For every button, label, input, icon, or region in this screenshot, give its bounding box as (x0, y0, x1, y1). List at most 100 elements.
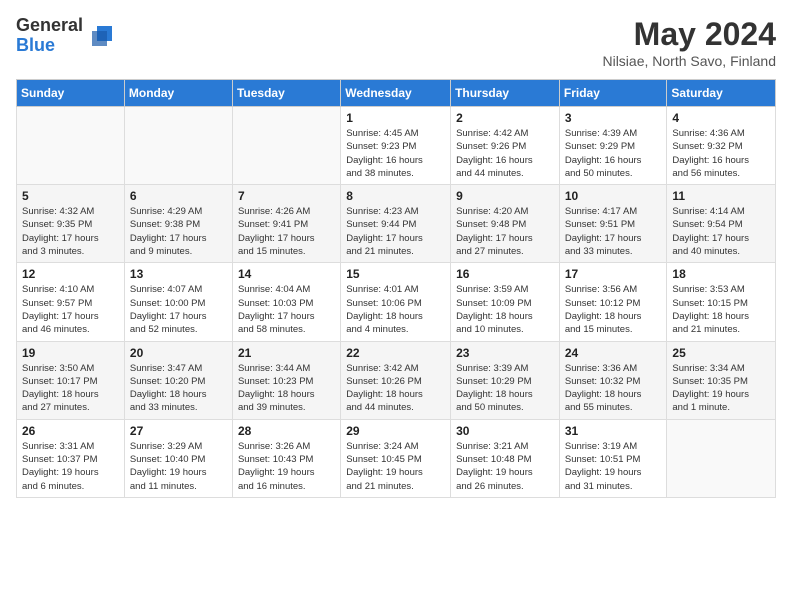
day-info: Sunrise: 3:56 AM Sunset: 10:12 PM Daylig… (565, 283, 662, 336)
day-number: 22 (346, 346, 445, 360)
calendar-cell: 31Sunrise: 3:19 AM Sunset: 10:51 PM Dayl… (559, 419, 667, 497)
calendar-cell: 20 Sunrise: 3:47 AM Sunset: 10:20 PM Dayl… (124, 341, 232, 419)
day-info: Sunrise: 3:47 AM Sunset: 10:20 PM Daylig… (130, 362, 227, 415)
calendar-cell: 4Sunrise: 4:36 AM Sunset: 9:32 PM Daylig… (667, 107, 776, 185)
day-info: Sunrise: 3:26 AM Sunset: 10:43 PM Daylig… (238, 440, 335, 493)
day-info: Sunrise: 4:01 AM Sunset: 10:06 PM Daylig… (346, 283, 445, 336)
calendar-cell: 23 Sunrise: 3:39 AM Sunset: 10:29 PM Dayl… (451, 341, 560, 419)
weekday-header-sunday: Sunday (17, 80, 125, 107)
calendar-cell: 8Sunrise: 4:23 AM Sunset: 9:44 PM Daylig… (341, 185, 451, 263)
day-info: Sunrise: 3:44 AM Sunset: 10:23 PM Daylig… (238, 362, 335, 415)
day-info: Sunrise: 3:36 AM Sunset: 10:32 PM Daylig… (565, 362, 662, 415)
calendar-cell: 30 Sunrise: 3:21 AM Sunset: 10:48 PM Dayl… (451, 419, 560, 497)
day-number: 2 (456, 111, 554, 125)
calendar-cell: 27Sunrise: 3:29 AM Sunset: 10:40 PM Dayl… (124, 419, 232, 497)
calendar-cell: 19Sunrise: 3:50 AM Sunset: 10:17 PM Dayl… (17, 341, 125, 419)
day-number: 23 (456, 346, 554, 360)
day-number: 3 (565, 111, 662, 125)
calendar-cell: 9 Sunrise: 4:20 AM Sunset: 9:48 PM Daylig… (451, 185, 560, 263)
day-info: Sunrise: 3:53 AM Sunset: 10:15 PM Daylig… (672, 283, 770, 336)
day-number: 14 (238, 267, 335, 281)
day-info: Sunrise: 3:21 AM Sunset: 10:48 PM Daylig… (456, 440, 554, 493)
calendar-cell: 2 Sunrise: 4:42 AM Sunset: 9:26 PM Daylig… (451, 107, 560, 185)
calendar-cell: 10 Sunrise: 4:17 AM Sunset: 9:51 PM Dayli… (559, 185, 667, 263)
weekday-header-wednesday: Wednesday (341, 80, 451, 107)
weekday-header-friday: Friday (559, 80, 667, 107)
calendar-cell: 11 Sunrise: 4:14 AM Sunset: 9:54 PM Dayli… (667, 185, 776, 263)
calendar-header: SundayMondayTuesdayWednesdayThursdayFrid… (17, 80, 776, 107)
day-number: 8 (346, 189, 445, 203)
calendar-cell: 22 Sunrise: 3:42 AM Sunset: 10:26 PM Dayl… (341, 341, 451, 419)
weekday-header-row: SundayMondayTuesdayWednesdayThursdayFrid… (17, 80, 776, 107)
calendar-cell: 21 Sunrise: 3:44 AM Sunset: 10:23 PM Dayl… (232, 341, 340, 419)
weekday-header-tuesday: Tuesday (232, 80, 340, 107)
calendar-cell: 7Sunrise: 4:26 AM Sunset: 9:41 PM Daylig… (232, 185, 340, 263)
day-number: 30 (456, 424, 554, 438)
day-info: Sunrise: 3:34 AM Sunset: 10:35 PM Daylig… (672, 362, 770, 415)
calendar-cell: 15 Sunrise: 4:01 AM Sunset: 10:06 PM Dayl… (341, 263, 451, 341)
calendar-cell: 6Sunrise: 4:29 AM Sunset: 9:38 PM Daylig… (124, 185, 232, 263)
weekday-header-saturday: Saturday (667, 80, 776, 107)
calendar-cell: 16 Sunrise: 3:59 AM Sunset: 10:09 PM Dayl… (451, 263, 560, 341)
day-info: Sunrise: 3:24 AM Sunset: 10:45 PM Daylig… (346, 440, 445, 493)
calendar-cell: 26 Sunrise: 3:31 AM Sunset: 10:37 PM Dayl… (17, 419, 125, 497)
calendar-cell (124, 107, 232, 185)
day-number: 15 (346, 267, 445, 281)
day-number: 31 (565, 424, 662, 438)
calendar-cell (232, 107, 340, 185)
week-row-2: 5Sunrise: 4:32 AM Sunset: 9:35 PM Daylig… (17, 185, 776, 263)
week-row-5: 26 Sunrise: 3:31 AM Sunset: 10:37 PM Dayl… (17, 419, 776, 497)
calendar-body: 1 Sunrise: 4:45 AM Sunset: 9:23 PM Daylig… (17, 107, 776, 498)
logo-general-text: General (16, 16, 83, 36)
day-info: Sunrise: 4:17 AM Sunset: 9:51 PM Dayligh… (565, 205, 662, 258)
day-info: Sunrise: 4:20 AM Sunset: 9:48 PM Dayligh… (456, 205, 554, 258)
day-info: Sunrise: 4:14 AM Sunset: 9:54 PM Dayligh… (672, 205, 770, 258)
logo-icon (87, 21, 117, 51)
day-number: 24 (565, 346, 662, 360)
title-block: May 2024 Nilsiae, North Savo, Finland (602, 16, 776, 69)
calendar-cell: 5Sunrise: 4:32 AM Sunset: 9:35 PM Daylig… (17, 185, 125, 263)
calendar-cell: 3 Sunrise: 4:39 AM Sunset: 9:29 PM Daylig… (559, 107, 667, 185)
day-number: 12 (22, 267, 119, 281)
calendar-cell: 29Sunrise: 3:24 AM Sunset: 10:45 PM Dayl… (341, 419, 451, 497)
day-number: 17 (565, 267, 662, 281)
day-number: 10 (565, 189, 662, 203)
day-number: 9 (456, 189, 554, 203)
day-number: 16 (456, 267, 554, 281)
calendar-cell: 25Sunrise: 3:34 AM Sunset: 10:35 PM Dayl… (667, 341, 776, 419)
day-number: 28 (238, 424, 335, 438)
logo: General Blue (16, 16, 117, 56)
day-number: 26 (22, 424, 119, 438)
day-number: 20 (130, 346, 227, 360)
day-info: Sunrise: 3:31 AM Sunset: 10:37 PM Daylig… (22, 440, 119, 493)
calendar-cell: 14 Sunrise: 4:04 AM Sunset: 10:03 PM Dayl… (232, 263, 340, 341)
day-info: Sunrise: 4:42 AM Sunset: 9:26 PM Dayligh… (456, 127, 554, 180)
day-info: Sunrise: 4:39 AM Sunset: 9:29 PM Dayligh… (565, 127, 662, 180)
location-text: Nilsiae, North Savo, Finland (602, 53, 776, 69)
calendar-cell: 17 Sunrise: 3:56 AM Sunset: 10:12 PM Dayl… (559, 263, 667, 341)
calendar-table: SundayMondayTuesdayWednesdayThursdayFrid… (16, 79, 776, 498)
weekday-header-monday: Monday (124, 80, 232, 107)
week-row-3: 12 Sunrise: 4:10 AM Sunset: 9:57 PM Dayli… (17, 263, 776, 341)
day-info: Sunrise: 3:39 AM Sunset: 10:29 PM Daylig… (456, 362, 554, 415)
week-row-4: 19Sunrise: 3:50 AM Sunset: 10:17 PM Dayl… (17, 341, 776, 419)
calendar-cell (667, 419, 776, 497)
day-number: 5 (22, 189, 119, 203)
day-info: Sunrise: 4:10 AM Sunset: 9:57 PM Dayligh… (22, 283, 119, 336)
day-number: 21 (238, 346, 335, 360)
day-info: Sunrise: 3:42 AM Sunset: 10:26 PM Daylig… (346, 362, 445, 415)
day-info: Sunrise: 4:45 AM Sunset: 9:23 PM Dayligh… (346, 127, 445, 180)
day-number: 19 (22, 346, 119, 360)
calendar-cell: 1 Sunrise: 4:45 AM Sunset: 9:23 PM Daylig… (341, 107, 451, 185)
day-number: 1 (346, 111, 445, 125)
calendar-cell (17, 107, 125, 185)
day-number: 11 (672, 189, 770, 203)
month-title: May 2024 (602, 16, 776, 53)
day-info: Sunrise: 3:59 AM Sunset: 10:09 PM Daylig… (456, 283, 554, 336)
calendar-cell: 13Sunrise: 4:07 AM Sunset: 10:00 PM Dayl… (124, 263, 232, 341)
day-info: Sunrise: 4:04 AM Sunset: 10:03 PM Daylig… (238, 283, 335, 336)
calendar-cell: 18Sunrise: 3:53 AM Sunset: 10:15 PM Dayl… (667, 263, 776, 341)
day-number: 27 (130, 424, 227, 438)
page-header: General Blue May 2024 Nilsiae, North Sav… (16, 16, 776, 69)
calendar-cell: 28 Sunrise: 3:26 AM Sunset: 10:43 PM Dayl… (232, 419, 340, 497)
